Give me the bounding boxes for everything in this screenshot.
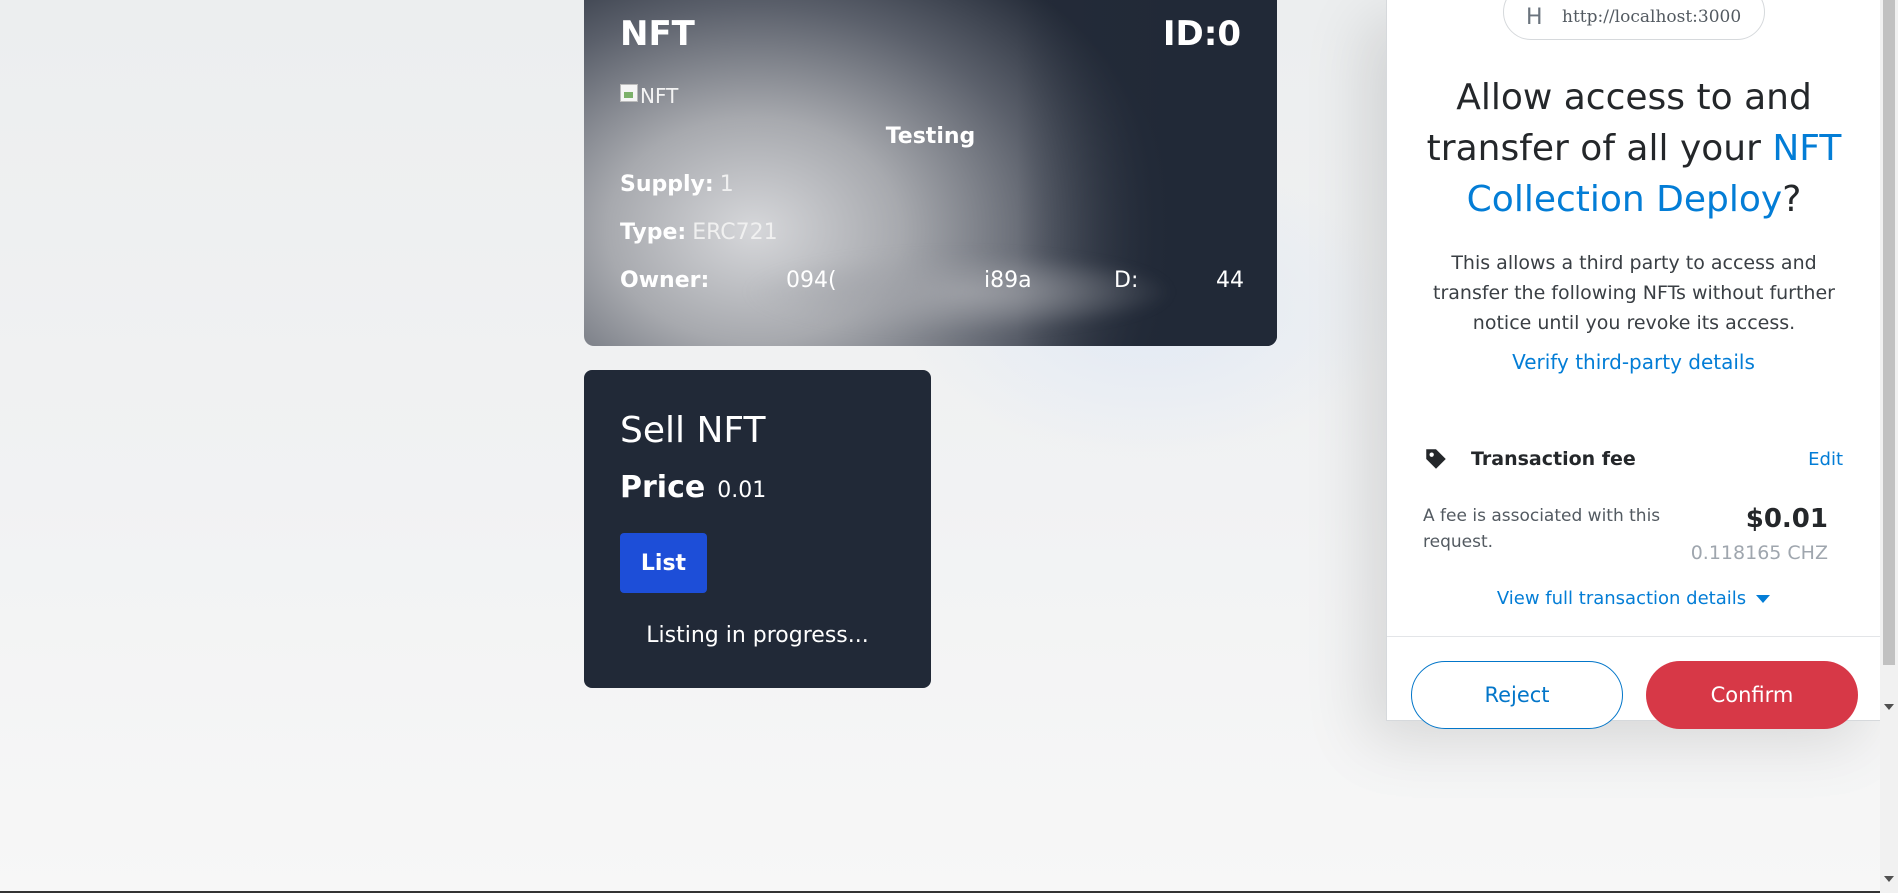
- approval-description: This allows a third party to access and …: [1433, 252, 1835, 334]
- supply-value: 1: [719, 172, 734, 197]
- origin-avatar: H: [1526, 4, 1543, 30]
- approval-title-end: ?: [1782, 179, 1802, 220]
- reject-button[interactable]: Reject: [1411, 661, 1623, 729]
- view-full-details-link[interactable]: View full transaction details: [1387, 588, 1880, 609]
- owner-row: Owner: 094( i89a D: 44: [620, 268, 1244, 293]
- fee-note: A fee is associated with this request.: [1423, 506, 1661, 552]
- approval-title-text: Allow access to and transfer of all your: [1426, 77, 1812, 169]
- sell-title: Sell NFT: [620, 410, 766, 451]
- transaction-fee-header: Transaction fee Edit: [1423, 446, 1843, 472]
- listing-status: Listing in progress...: [646, 623, 869, 648]
- transaction-fee-label: Transaction fee: [1471, 448, 1636, 470]
- price-value: 0.01: [717, 478, 767, 503]
- price-label: Price: [620, 470, 706, 505]
- broken-image-icon: [620, 84, 638, 102]
- page-scrollbar[interactable]: [1880, 0, 1898, 893]
- origin-url: http://localhost:3000: [1562, 7, 1742, 27]
- list-button[interactable]: List: [620, 533, 707, 593]
- supply-row: Supply: 1: [620, 172, 734, 197]
- fee-native: 0.118165 CHZ: [1690, 542, 1828, 564]
- nft-id: ID:0: [1162, 14, 1241, 54]
- price-row: Price 0.01: [620, 470, 766, 505]
- nft-image: NFT: [620, 84, 678, 108]
- nft-card: NFT ID:0 NFT Testing Supply: 1 Type: ERC72…: [584, 0, 1277, 346]
- supply-label: Supply:: [620, 172, 714, 197]
- owner-fragment: i89a: [984, 268, 1032, 293]
- tag-icon: [1426, 449, 1446, 469]
- sell-nft-card: Sell NFT Price 0.01 List Listing in prog…: [584, 370, 931, 688]
- edit-fee-link[interactable]: Edit: [1808, 449, 1843, 470]
- view-full-details-label: View full transaction details: [1496, 588, 1747, 609]
- approval-title: Allow access to and transfer of all your…: [1407, 72, 1861, 225]
- fee-usd: $0.01: [1745, 504, 1828, 534]
- nft-name: Testing: [885, 124, 976, 149]
- confirm-button[interactable]: Confirm: [1646, 661, 1858, 729]
- nft-image-alt: NFT: [640, 84, 679, 108]
- chevron-down-icon: [1756, 595, 1771, 603]
- wallet-approval-popup: H http://localhost:3000 Allow access to …: [1386, 0, 1880, 729]
- scroll-down-arrow-icon[interactable]: [1884, 704, 1894, 710]
- type-label: Type:: [620, 220, 687, 245]
- nft-title: NFT: [620, 14, 695, 54]
- type-row: Type: ERC721: [620, 220, 778, 245]
- scrollbar-thumb[interactable]: [1883, 0, 1895, 665]
- verify-third-party-link[interactable]: Verify third-party details: [1387, 350, 1880, 374]
- origin-pill: H http://localhost:3000: [1503, 0, 1765, 40]
- owner-fragment: 094(: [786, 268, 837, 293]
- owner-fragment: D:: [1114, 268, 1139, 293]
- owner-fragment: 44: [1216, 268, 1244, 293]
- scroll-down-arrow-icon[interactable]: [1884, 876, 1894, 882]
- type-value: ERC721: [692, 220, 778, 245]
- divider: [1387, 636, 1880, 637]
- owner-label: Owner:: [620, 268, 710, 293]
